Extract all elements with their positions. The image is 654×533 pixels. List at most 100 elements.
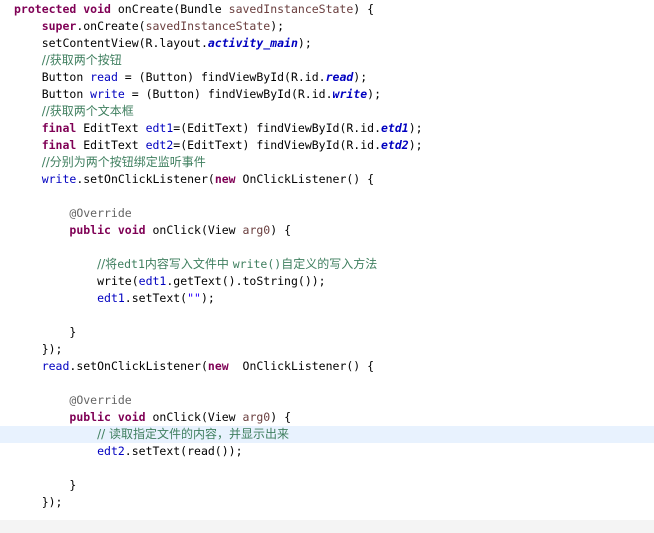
- code-line[interactable]: }: [14, 477, 423, 494]
- code-line[interactable]: @Override: [14, 392, 423, 409]
- code-token: arg0: [242, 410, 271, 424]
- code-token: super: [41, 19, 77, 33]
- code-token: Button: [41, 70, 91, 84]
- code-token: );: [367, 87, 381, 101]
- code-token: EditText: [76, 121, 146, 135]
- code-line[interactable]: });: [14, 341, 423, 358]
- code-token: read: [325, 70, 354, 84]
- code-line[interactable]: public void onClick(View arg0) {: [14, 409, 423, 426]
- code-token: onCreate(Bundle: [110, 2, 229, 16]
- code-token: arg0: [242, 223, 271, 237]
- code-line[interactable]: edt1.setText("");: [14, 290, 423, 307]
- code-token: new: [214, 172, 236, 186]
- code-token: =(EditText) findViewById(R.id.: [173, 138, 381, 152]
- code-token: .setOnClickListener(: [69, 359, 208, 373]
- current-line[interactable]: // 读取指定文件的内容，并显示出来: [0, 426, 654, 443]
- code-token: 内容写入文件中: [144, 257, 233, 271]
- code-line[interactable]: });: [14, 494, 423, 511]
- code-line[interactable]: edt2.setText(read());: [14, 443, 423, 460]
- code-token: "": [187, 291, 201, 305]
- code-line[interactable]: }: [14, 324, 423, 341]
- code-line[interactable]: read.setOnClickListener(new OnClickListe…: [14, 358, 423, 375]
- code-token: = (Button) findViewById(R.id.: [117, 70, 326, 84]
- code-token: ) {: [270, 410, 291, 424]
- code-token: );: [200, 291, 215, 305]
- code-token: );: [408, 121, 423, 135]
- code-line[interactable]: super.onCreate(savedInstanceState);: [14, 18, 423, 35]
- code-token: protected: [14, 2, 77, 16]
- code-token: final: [41, 138, 77, 152]
- code-token: public: [69, 410, 111, 424]
- code-line[interactable]: final EditText edt2=(EditText) findViewB…: [14, 137, 423, 154]
- code-line[interactable]: [14, 375, 423, 392]
- code-line[interactable]: setContentView(R.layout.activity_main);: [14, 35, 423, 52]
- code-editor[interactable]: protected void onCreate(Bundle savedInst…: [0, 0, 654, 520]
- code-token: ) {: [270, 223, 291, 237]
- code-token: edt1: [117, 257, 145, 271]
- code-token: }: [69, 325, 77, 339]
- code-line[interactable]: public void onClick(View arg0) {: [14, 222, 423, 239]
- code-token: = (Button) findViewById(R.id.: [124, 87, 333, 101]
- code-token: edt2: [97, 444, 125, 458]
- code-line[interactable]: [14, 239, 423, 256]
- code-line[interactable]: //将edt1内容写入文件中 write()自定义的写入方法: [14, 256, 423, 273]
- code-line[interactable]: [14, 460, 423, 477]
- code-token: edt2: [145, 138, 174, 152]
- code-line[interactable]: write.setOnClickListener(new OnClickList…: [14, 171, 423, 188]
- code-token: );: [408, 138, 423, 152]
- code-token: Button: [41, 87, 91, 101]
- code-token: void: [117, 410, 146, 424]
- code-line[interactable]: //分别为两个按钮绑定监听事件: [14, 154, 423, 171]
- code-line[interactable]: write(edt1.getText().toString());: [14, 273, 423, 290]
- code-line[interactable]: //获取两个按钮: [14, 52, 423, 69]
- code-token: //将: [97, 257, 118, 271]
- code-token: edt1: [145, 121, 174, 135]
- code-token: read: [41, 359, 70, 373]
- code-line[interactable]: protected void onCreate(Bundle savedInst…: [14, 1, 423, 18]
- code-token: setContentView(R.layout.: [41, 36, 208, 50]
- code-token: OnClickListener() {: [228, 359, 375, 373]
- code-token: onClick(View: [145, 223, 243, 237]
- code-token: ) {: [353, 2, 375, 16]
- code-line[interactable]: [14, 188, 423, 205]
- code-token: );: [297, 36, 312, 50]
- code-line[interactable]: @Override: [14, 205, 423, 222]
- code-line[interactable]: Button read = (Button) findViewById(R.id…: [14, 69, 423, 86]
- code-line[interactable]: final EditText edt1=(EditText) findViewB…: [14, 120, 423, 137]
- code-text-area[interactable]: protected void onCreate(Bundle savedInst…: [0, 1, 654, 511]
- code-token: @Override: [69, 393, 132, 407]
- code-token: });: [41, 495, 63, 509]
- code-token: void: [117, 223, 146, 237]
- code-token: onClick(View: [145, 410, 243, 424]
- code-token: EditText: [76, 138, 146, 152]
- code-line[interactable]: Button write = (Button) findViewById(R.i…: [14, 86, 423, 103]
- code-token: write(): [232, 257, 282, 271]
- code-token: =(EditText) findViewById(R.id.: [173, 121, 381, 135]
- code-line[interactable]: [14, 307, 423, 324]
- code-token: savedInstanceState: [228, 2, 354, 16]
- code-token: .setOnClickListener(: [76, 172, 215, 186]
- code-token: //分别为两个按钮绑定监听事件: [41, 155, 206, 169]
- code-line[interactable]: //获取两个文本框: [14, 103, 423, 120]
- code-token: edt1: [138, 274, 167, 288]
- code-token: );: [353, 70, 368, 84]
- code-token: .setText(: [124, 291, 188, 305]
- code-token: write(: [97, 274, 139, 288]
- code-token: //获取两个按钮: [41, 53, 122, 67]
- code-token: read: [90, 70, 118, 84]
